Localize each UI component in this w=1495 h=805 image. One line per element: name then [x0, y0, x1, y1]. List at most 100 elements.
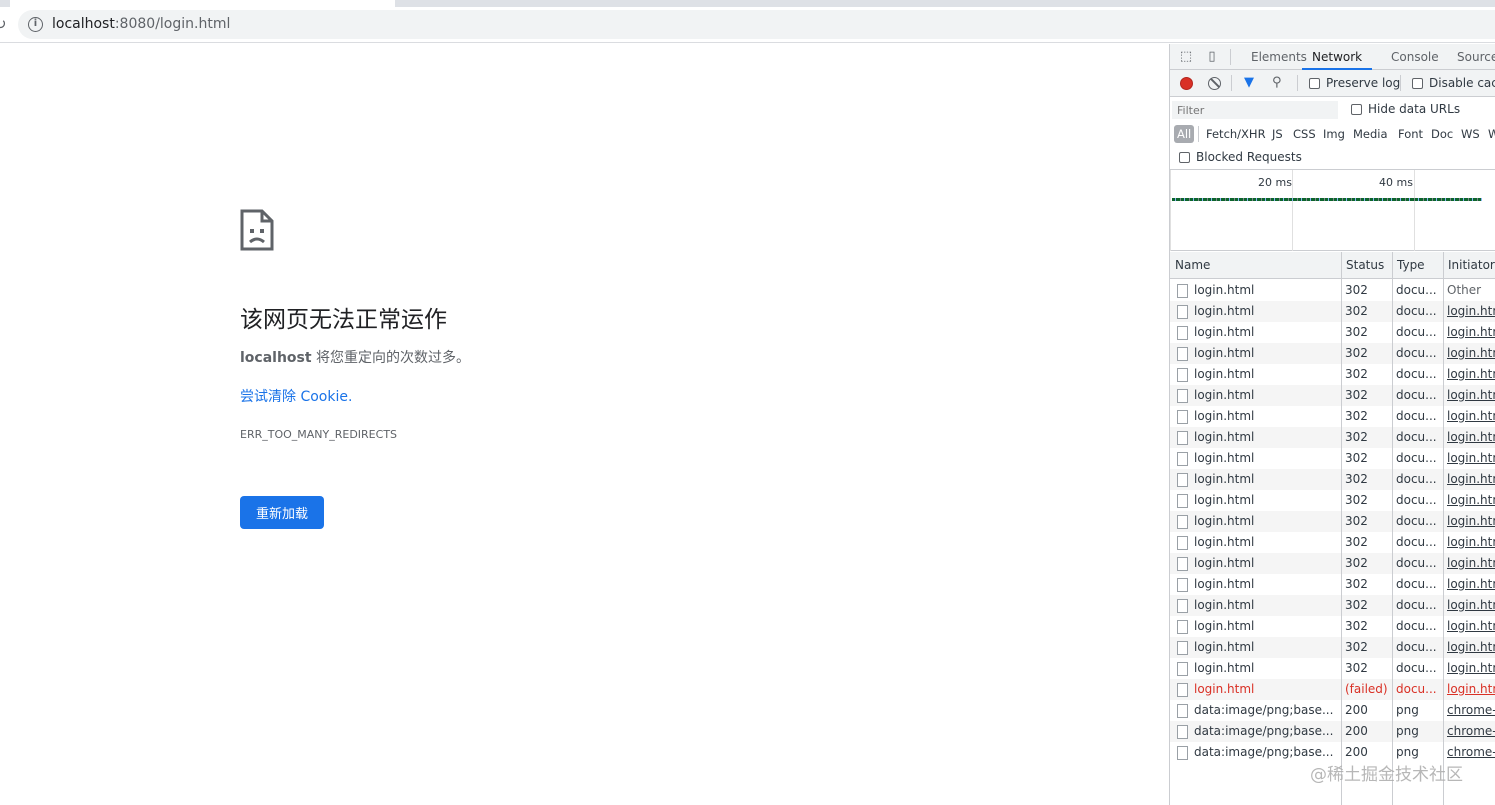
- type-js[interactable]: JS: [1269, 125, 1286, 143]
- clear-icon[interactable]: [1208, 77, 1221, 90]
- table-row[interactable]: login.html 302 docu... login.htm: [1170, 427, 1495, 448]
- document-icon: [1177, 578, 1188, 592]
- cell-initiator[interactable]: login.htm: [1443, 448, 1495, 469]
- tab-sources[interactable]: Sources: [1457, 44, 1495, 70]
- type-img[interactable]: Img: [1320, 125, 1348, 143]
- type-ws[interactable]: WS: [1458, 125, 1483, 143]
- cell-initiator[interactable]: login.htm: [1443, 301, 1495, 322]
- record-icon[interactable]: [1180, 77, 1193, 90]
- cell-initiator[interactable]: chrome-e: [1443, 721, 1495, 742]
- cell-initiator[interactable]: chrome-e: [1443, 700, 1495, 721]
- table-row[interactable]: login.html (failed) docu... login.htm: [1170, 679, 1495, 700]
- table-row[interactable]: login.html 302 docu... login.htm: [1170, 511, 1495, 532]
- type-all[interactable]: All: [1174, 125, 1195, 143]
- preserve-log-checkbox[interactable]: [1309, 78, 1320, 89]
- table-row[interactable]: login.html 302 docu... login.htm: [1170, 490, 1495, 511]
- tab-network[interactable]: Network: [1302, 44, 1373, 70]
- type-css[interactable]: CSS: [1290, 125, 1319, 143]
- cell-initiator[interactable]: login.htm: [1443, 385, 1495, 406]
- cell-name: data:image/png;base...: [1194, 724, 1334, 738]
- network-overview[interactable]: 20 ms 40 ms: [1170, 170, 1495, 251]
- cell-initiator[interactable]: login.htm: [1443, 511, 1495, 532]
- reload-button[interactable]: 重新加载: [240, 496, 324, 529]
- blocked-requests-checkbox[interactable]: [1179, 152, 1190, 163]
- overview-waterfall-bar: [1172, 198, 1482, 201]
- column-header-status[interactable]: Status: [1341, 252, 1392, 279]
- cell-type: docu...: [1396, 409, 1437, 423]
- cell-name: login.html: [1194, 493, 1255, 507]
- url-text[interactable]: localhost:8080/login.html: [52, 16, 230, 32]
- table-row[interactable]: login.html 302 docu... login.htm: [1170, 595, 1495, 616]
- cell-initiator[interactable]: login.htm: [1443, 490, 1495, 511]
- cell-initiator[interactable]: login.htm: [1443, 469, 1495, 490]
- cell-initiator[interactable]: login.htm: [1443, 406, 1495, 427]
- table-row[interactable]: data:image/png;base... 200 png chrome-e: [1170, 700, 1495, 721]
- search-icon[interactable]: ⚲: [1272, 76, 1286, 90]
- cell-initiator[interactable]: login.htm: [1443, 574, 1495, 595]
- cell-type: docu...: [1396, 283, 1437, 297]
- cell-initiator[interactable]: login.htm: [1443, 658, 1495, 679]
- overview-gridline: [1292, 170, 1293, 251]
- cell-status: 302: [1345, 367, 1368, 381]
- watermark: @稀土掘金技术社区: [1310, 765, 1463, 785]
- clear-cookie-link[interactable]: 尝试清除 Cookie.: [240, 386, 352, 406]
- table-row[interactable]: login.html 302 docu... login.htm: [1170, 343, 1495, 364]
- type-font[interactable]: Font: [1395, 125, 1426, 143]
- cell-initiator[interactable]: login.htm: [1443, 343, 1495, 364]
- filter-input[interactable]: [1172, 101, 1338, 119]
- table-row[interactable]: login.html 302 docu... login.htm: [1170, 469, 1495, 490]
- tab-elements[interactable]: Elements: [1251, 44, 1307, 70]
- table-row[interactable]: login.html 302 docu... login.htm: [1170, 322, 1495, 343]
- table-row[interactable]: login.html 302 docu... login.htm: [1170, 658, 1495, 679]
- cell-initiator[interactable]: login.htm: [1443, 595, 1495, 616]
- device-toolbar-icon[interactable]: ▯: [1204, 49, 1220, 65]
- column-separator: [1341, 252, 1342, 805]
- column-header-initiator[interactable]: Initiator: [1443, 252, 1495, 279]
- table-row[interactable]: login.html 302 docu... login.htm: [1170, 574, 1495, 595]
- cell-initiator[interactable]: login.htm: [1443, 679, 1495, 700]
- active-tab[interactable]: [10, 0, 395, 7]
- table-row[interactable]: login.html 302 docu... login.htm: [1170, 448, 1495, 469]
- type-fetch-xhr[interactable]: Fetch/XHR: [1203, 125, 1269, 143]
- document-icon: [1177, 557, 1188, 571]
- table-row[interactable]: login.html 302 docu... login.htm: [1170, 637, 1495, 658]
- cell-initiator[interactable]: login.htm: [1443, 553, 1495, 574]
- tab-strip: [0, 0, 1495, 7]
- inspect-element-icon[interactable]: ⬚: [1178, 49, 1194, 65]
- cell-name: login.html: [1194, 514, 1255, 528]
- table-row[interactable]: login.html 302 docu... login.htm: [1170, 301, 1495, 322]
- table-row[interactable]: data:image/png;base... 200 png chrome-e: [1170, 721, 1495, 742]
- document-icon: [1177, 410, 1188, 424]
- type-wasm[interactable]: W: [1485, 125, 1495, 143]
- table-row[interactable]: login.html 302 docu... login.htm: [1170, 385, 1495, 406]
- cell-name: login.html: [1194, 640, 1255, 654]
- table-row[interactable]: login.html 302 docu... Other: [1170, 280, 1495, 301]
- table-row[interactable]: login.html 302 docu... login.htm: [1170, 553, 1495, 574]
- info-icon[interactable]: i: [28, 17, 43, 32]
- table-row[interactable]: login.html 302 docu... login.htm: [1170, 406, 1495, 427]
- document-icon: [1177, 683, 1188, 697]
- address-bar[interactable]: i localhost:8080/login.html: [18, 10, 1495, 39]
- cell-initiator[interactable]: login.htm: [1443, 637, 1495, 658]
- cell-status: 302: [1345, 514, 1368, 528]
- table-row[interactable]: login.html 302 docu... login.htm: [1170, 532, 1495, 553]
- disable-cache-checkbox[interactable]: [1412, 78, 1423, 89]
- reload-icon[interactable]: ↻: [0, 15, 8, 33]
- tab-console[interactable]: Console: [1391, 44, 1439, 70]
- type-media[interactable]: Media: [1350, 125, 1391, 143]
- hide-data-urls-checkbox[interactable]: [1351, 104, 1362, 115]
- cell-initiator[interactable]: login.htm: [1443, 532, 1495, 553]
- table-row[interactable]: login.html 302 docu... login.htm: [1170, 364, 1495, 385]
- table-row[interactable]: login.html 302 docu... login.htm: [1170, 616, 1495, 637]
- type-doc[interactable]: Doc: [1428, 125, 1456, 143]
- cell-initiator[interactable]: login.htm: [1443, 616, 1495, 637]
- url-host: localhost: [52, 16, 115, 32]
- cell-initiator[interactable]: login.htm: [1443, 322, 1495, 343]
- cell-status: 302: [1345, 577, 1368, 591]
- cell-initiator[interactable]: login.htm: [1443, 427, 1495, 448]
- filter-icon[interactable]: ▼: [1244, 76, 1258, 90]
- column-header-name[interactable]: Name: [1170, 252, 1341, 279]
- cell-type: docu...: [1396, 640, 1437, 654]
- column-header-type[interactable]: Type: [1392, 252, 1443, 279]
- cell-initiator[interactable]: login.htm: [1443, 364, 1495, 385]
